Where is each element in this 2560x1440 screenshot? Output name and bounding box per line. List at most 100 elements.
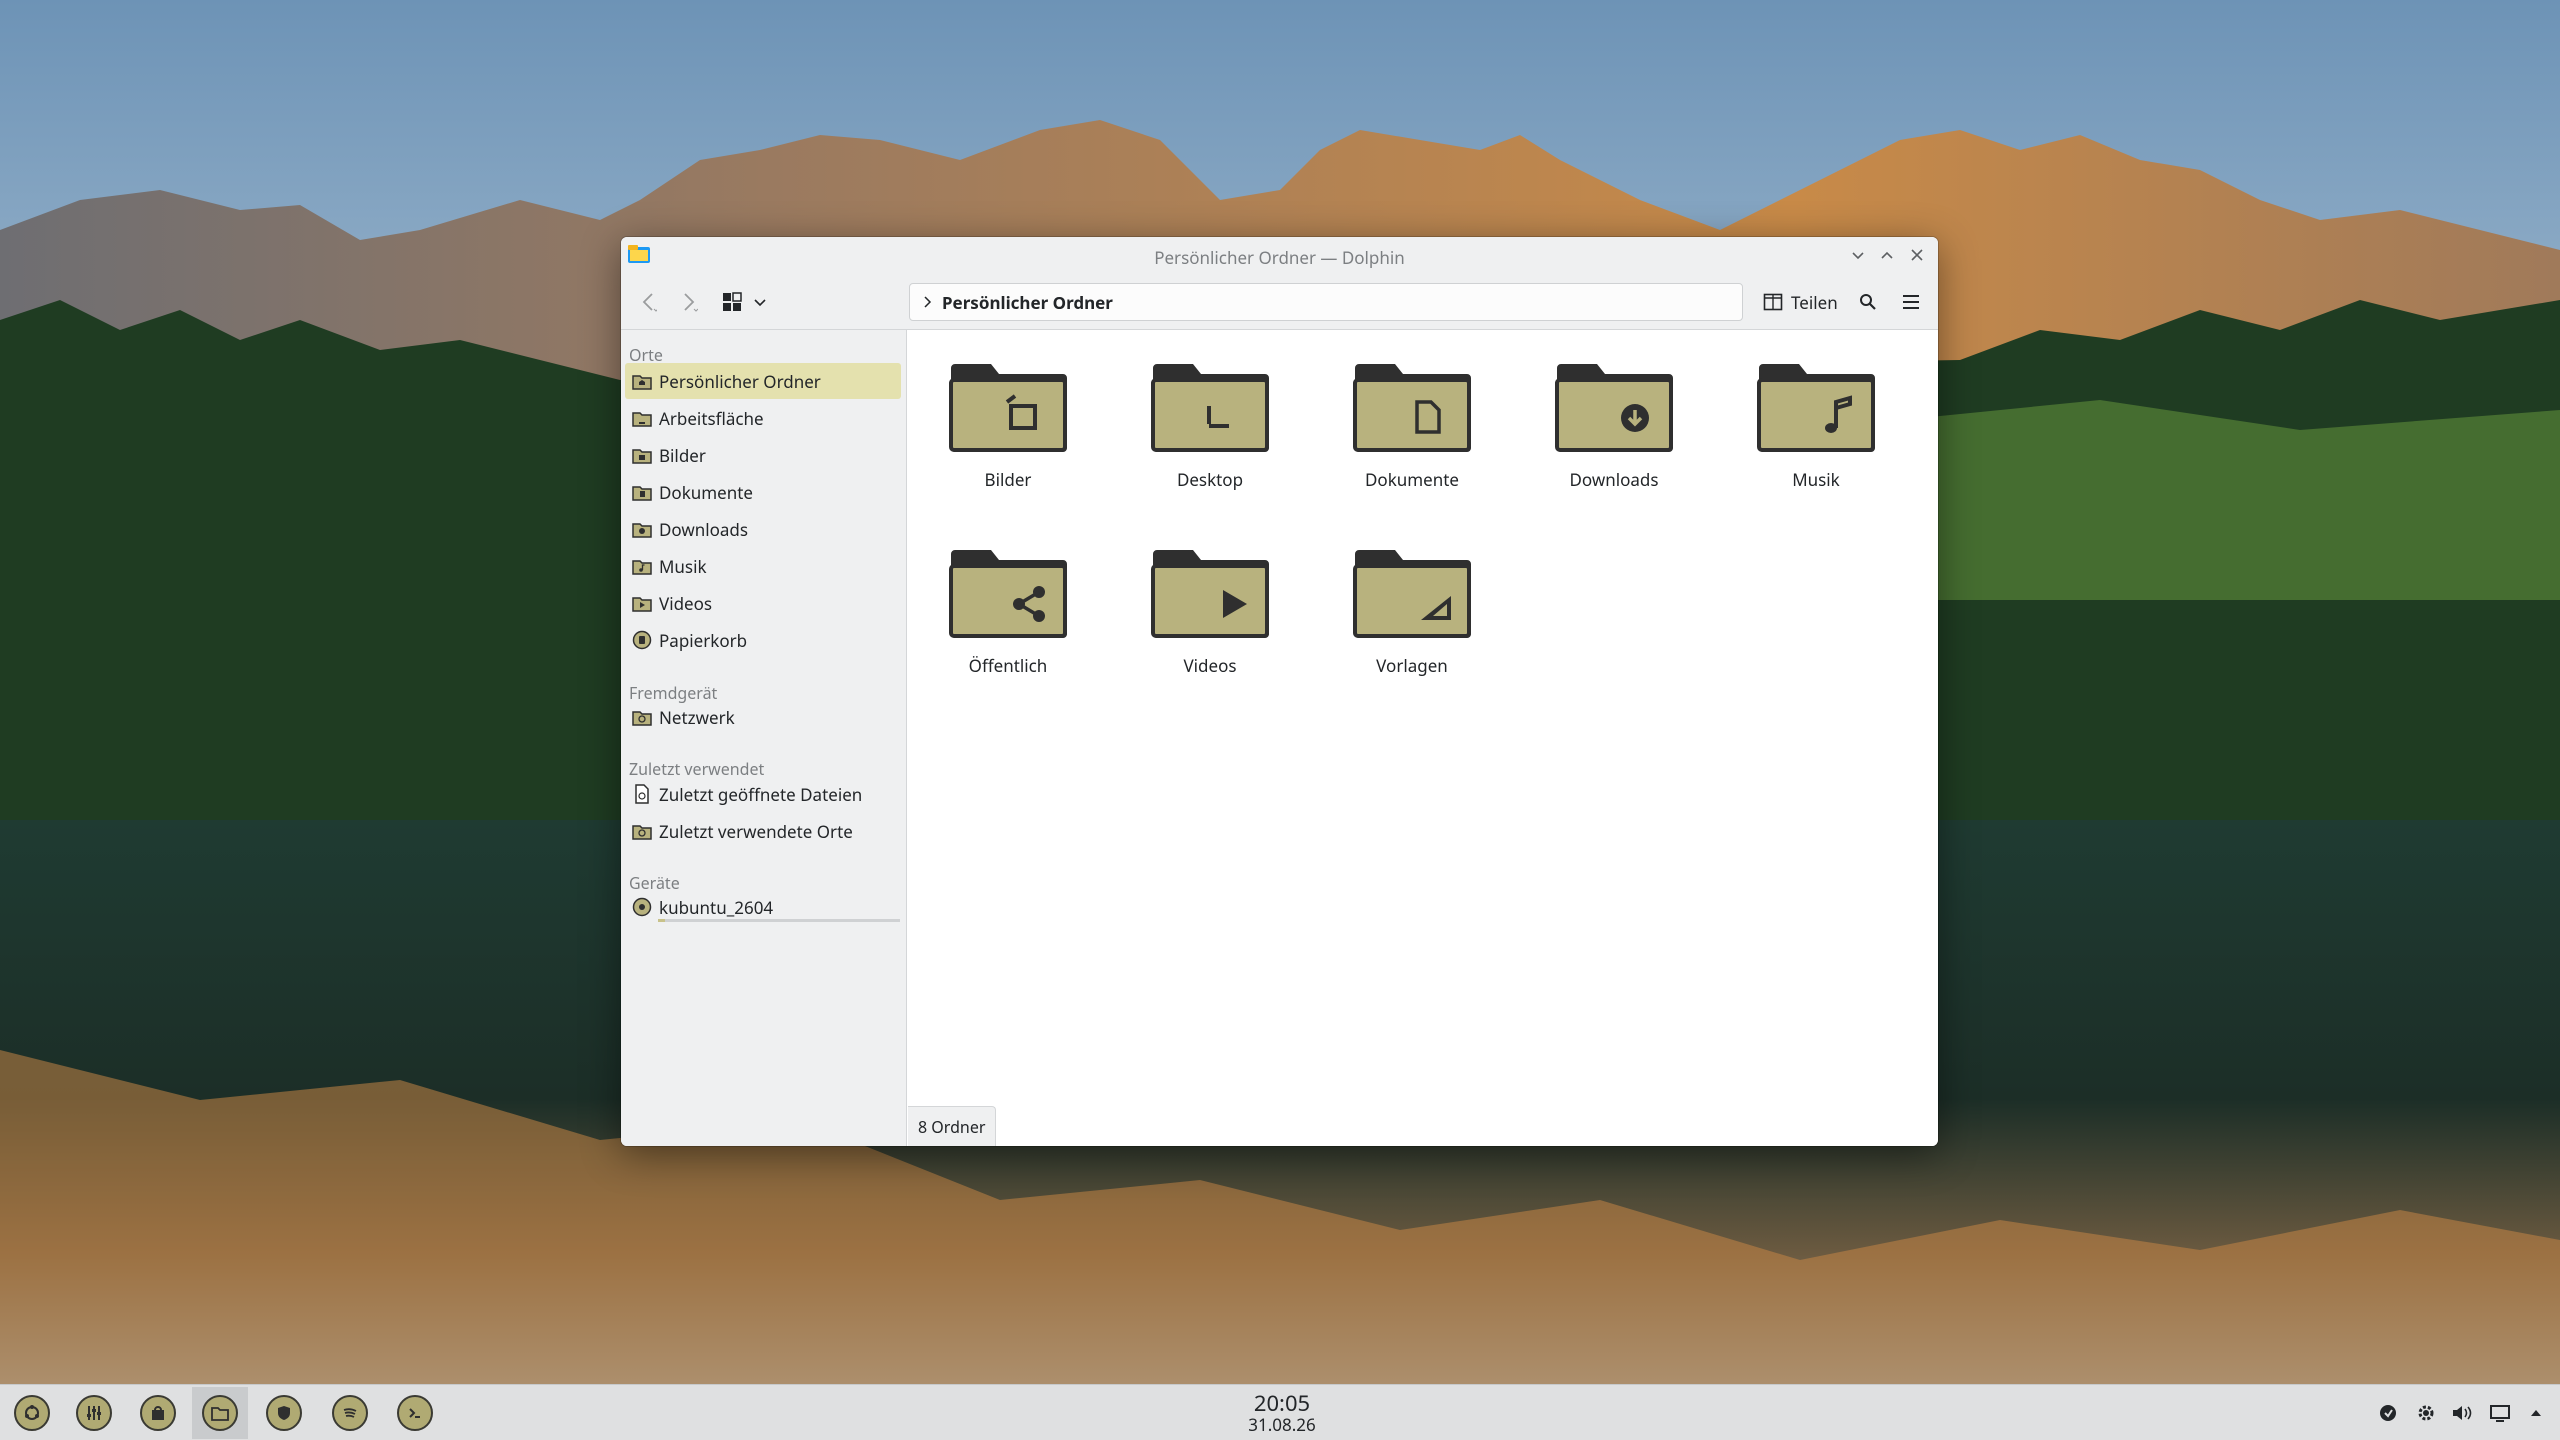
breadcrumb-home[interactable]: Persönlicher Ordner [942, 291, 1113, 314]
videos-folder-icon [630, 591, 654, 615]
status-bar: 8 Ordner [908, 1106, 997, 1146]
hamburger-menu-button[interactable] [1896, 287, 1926, 317]
folder-downloads[interactable]: Downloads [1534, 330, 1694, 500]
place-recent-files[interactable]: Zuletzt geöffnete Dateien [625, 776, 901, 812]
search-button[interactable] [1853, 287, 1883, 317]
place-music[interactable]: Musik [625, 548, 901, 584]
place-pictures[interactable]: Bilder [625, 437, 901, 473]
spotify-icon [332, 1395, 368, 1431]
music-folder-icon [630, 554, 654, 578]
forward-button[interactable] [674, 287, 704, 317]
volume-icon [2453, 1406, 2472, 1420]
security-icon [266, 1395, 302, 1431]
share-icon [949, 550, 1067, 638]
volume-tray-item[interactable] [2448, 1399, 2476, 1427]
item-count: 8 Ordner [918, 1115, 986, 1138]
folder-musik[interactable]: Musik [1736, 330, 1896, 500]
clock-date: 31.08.26 [1248, 1413, 1316, 1436]
share-button[interactable]: Teilen [1757, 287, 1844, 317]
display-icon [2490, 1405, 2510, 1422]
pictures-folder-icon [630, 443, 654, 467]
expand-tray-button[interactable] [2522, 1399, 2550, 1427]
settings-tray-item[interactable] [2412, 1399, 2440, 1427]
updates-icon [2380, 1405, 2396, 1421]
drive-icon [630, 895, 654, 919]
template-icon [1353, 550, 1471, 638]
folder-vorlagen[interactable]: Vorlagen [1332, 516, 1492, 686]
folder-bilder[interactable]: Bilder [928, 330, 1088, 500]
trash-icon [630, 628, 654, 652]
window-titlebar[interactable]: Persönlicher Ordner — Dolphin [621, 237, 1938, 273]
app-launcher-button[interactable] [4, 1387, 60, 1439]
place-recent-places[interactable]: Zuletzt verwendete Orte [625, 813, 901, 849]
chevron-down-icon [1852, 252, 1864, 260]
taskbar-panel: 20:05 31.08.26 [0, 1384, 2560, 1440]
recent-places-icon [630, 819, 654, 843]
menu-icon [1903, 295, 1919, 309]
network-folder-icon [630, 705, 654, 729]
folder-oeffentlich[interactable]: Öffentlich [928, 516, 1088, 686]
pictures-icon [949, 364, 1067, 452]
terminal-icon [397, 1395, 433, 1431]
desktop-icon [1151, 364, 1269, 452]
place-documents[interactable]: Dokumente [625, 474, 901, 510]
arrow-back-icon [642, 293, 657, 312]
mixer-icon [76, 1395, 112, 1431]
arrow-forward-icon [684, 293, 698, 312]
place-network[interactable]: Netzwerk [625, 699, 901, 735]
clock-time: 20:05 [1253, 1388, 1311, 1418]
folder-desktop[interactable]: Desktop [1130, 330, 1290, 500]
chevron-down-icon [754, 299, 766, 307]
minimize-button[interactable] [1847, 244, 1869, 266]
music-note-icon [1757, 364, 1875, 452]
spotify-launcher[interactable] [322, 1387, 378, 1439]
security-launcher[interactable] [256, 1387, 312, 1439]
desktop-folder-icon [630, 406, 654, 430]
location-bar[interactable]: Persönlicher Ordner [909, 283, 1743, 321]
display-tray-item[interactable] [2486, 1399, 2514, 1427]
file-manager-task[interactable] [192, 1387, 248, 1439]
dolphin-window: Persönlicher Ordner — Dolphin Persönlich… [621, 237, 1938, 1146]
chevron-right-icon [924, 296, 932, 308]
documents-folder-icon [630, 480, 654, 504]
maximize-button[interactable] [1876, 244, 1898, 266]
place-videos[interactable]: Videos [625, 585, 901, 621]
document-icon [1353, 364, 1471, 452]
terminal-launcher[interactable] [387, 1387, 443, 1439]
close-button[interactable] [1906, 244, 1928, 266]
places-panel: Orte Persönlicher Ordner Arbeitsfläche B… [621, 330, 907, 1146]
place-downloads[interactable]: Downloads [625, 511, 901, 547]
play-icon [1151, 550, 1269, 638]
recent-files-icon [630, 782, 654, 806]
file-manager-icon [202, 1395, 238, 1431]
back-button[interactable] [633, 287, 663, 317]
home-folder-icon [630, 369, 654, 393]
download-icon [1555, 364, 1673, 452]
view-mode-button[interactable] [717, 287, 747, 317]
mixer-launcher[interactable] [66, 1387, 122, 1439]
search-icon [1860, 294, 1876, 310]
main-toolbar: Persönlicher Ordner Teilen [621, 273, 1938, 330]
app-launcher-icon [14, 1395, 50, 1431]
updates-tray-item[interactable] [2374, 1399, 2402, 1427]
downloads-folder-icon [630, 517, 654, 541]
settings-icon [2418, 1405, 2434, 1421]
store-launcher[interactable] [130, 1387, 186, 1439]
drive-usage-bar [658, 919, 900, 922]
chevron-up-icon [1881, 251, 1893, 259]
folder-dokumente[interactable]: Dokumente [1332, 330, 1492, 500]
digital-clock[interactable]: 20:05 31.08.26 [1230, 1391, 1334, 1435]
share-label: Teilen [1791, 290, 1838, 314]
store-icon [140, 1395, 176, 1431]
file-view[interactable]: Bilder Desktop Dokumente Downloads Musik… [908, 330, 1938, 1146]
split-view-icon [1763, 293, 1783, 311]
view-mode-dropdown[interactable] [750, 287, 770, 317]
place-trash[interactable]: Papierkorb [625, 622, 901, 658]
place-home[interactable]: Persönlicher Ordner [625, 363, 901, 399]
window-title: Persönlicher Ordner — Dolphin [1154, 246, 1405, 269]
place-desktop[interactable]: Arbeitsfläche [625, 400, 901, 436]
place-device-drive[interactable]: kubuntu_2604 [625, 889, 901, 925]
icons-view-icon [723, 292, 742, 311]
close-icon [1911, 249, 1923, 261]
folder-videos[interactable]: Videos [1130, 516, 1290, 686]
